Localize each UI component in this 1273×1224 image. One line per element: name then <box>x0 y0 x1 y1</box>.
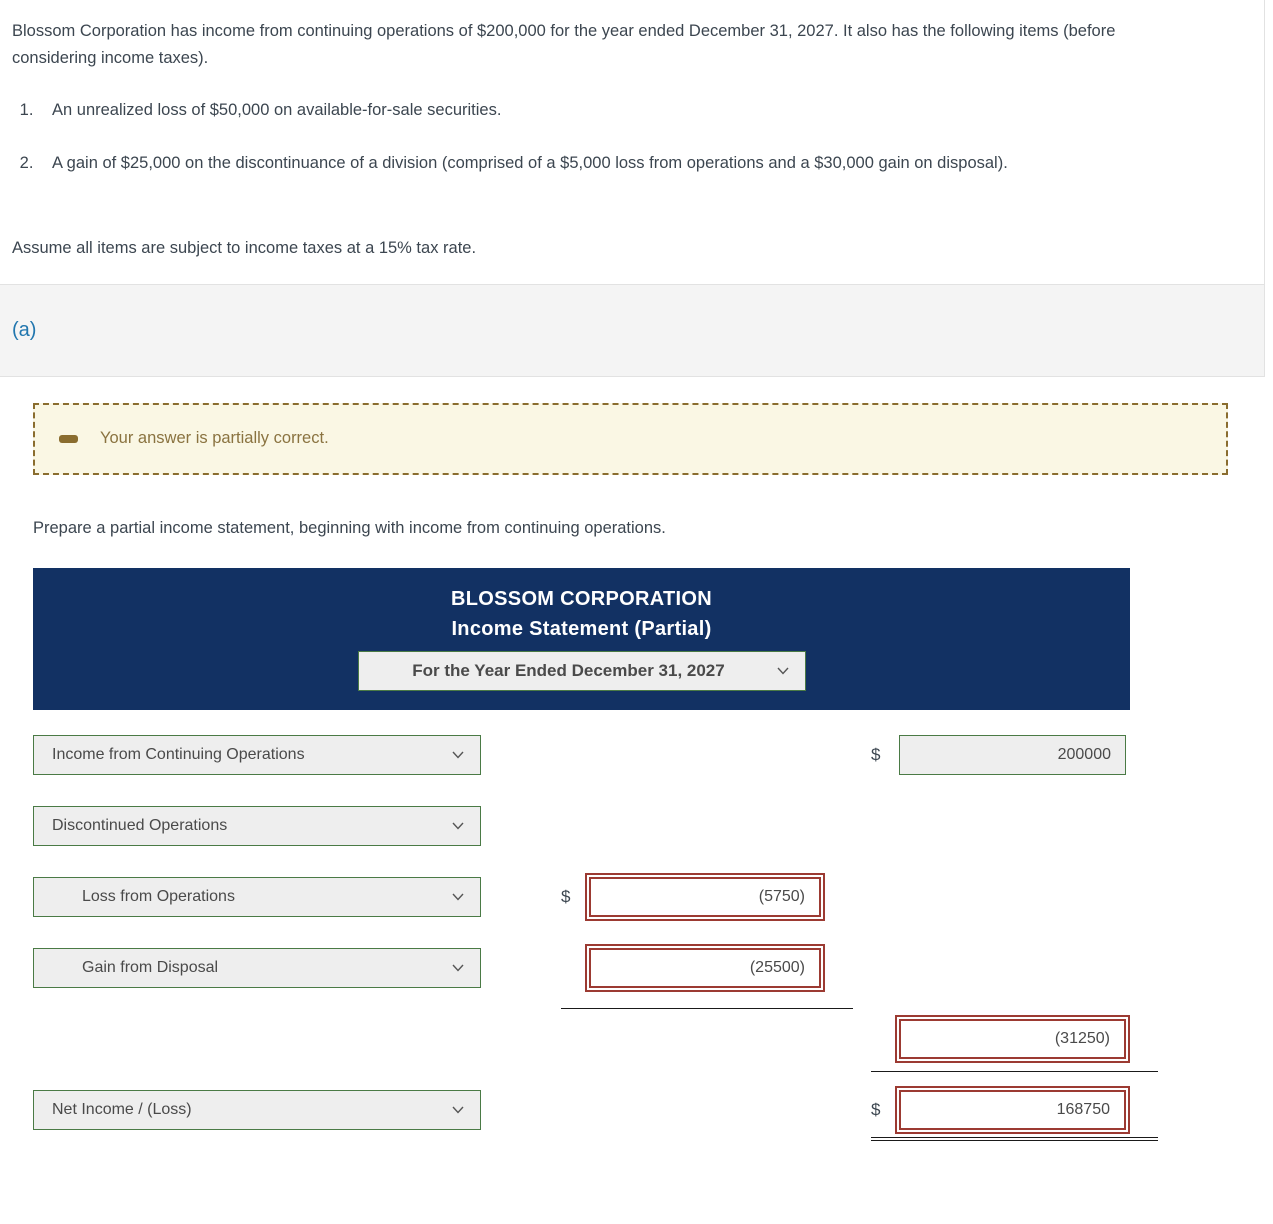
chevron-down-icon <box>452 1106 464 1114</box>
account-select-2[interactable]: Loss from Operations <box>33 877 481 918</box>
company-name: BLOSSOM CORPORATION <box>451 587 712 610</box>
subtotal-rule-right <box>871 1070 1158 1072</box>
part-a-band: (a) <box>0 284 1265 377</box>
problem-intro-text: Blossom Corporation has income from cont… <box>12 22 1116 67</box>
table-row: Net Income / (Loss) $ 168750 <box>33 1075 1158 1146</box>
amount-input-5-right[interactable]: 168750 <box>895 1086 1130 1135</box>
table-row: Income from Continuing Operations $ 2000… <box>33 720 1130 791</box>
chevron-down-icon <box>452 893 464 901</box>
table-row: $ (31250) <box>33 1004 1158 1075</box>
amount-input-4-right[interactable]: (31250) <box>895 1015 1130 1064</box>
account-select-1-value: Discontinued Operations <box>52 817 228 835</box>
chevron-down-icon <box>452 964 464 972</box>
statement-header: BLOSSOM CORPORATION Income Statement (Pa… <box>33 567 1130 710</box>
period-select[interactable]: For the Year Ended December 31, 2027 <box>357 650 806 691</box>
subtotal-rule-mid <box>561 1007 853 1009</box>
income-statement: BLOSSOM CORPORATION Income Statement (Pa… <box>33 567 1158 1146</box>
alert-container: Your answer is partially correct. <box>0 377 1273 475</box>
account-select-5[interactable]: Net Income / (Loss) <box>33 1090 481 1131</box>
partially-correct-alert: Your answer is partially correct. <box>33 402 1228 475</box>
problem-item-list: An unrealized loss of $50,000 on availab… <box>12 97 1184 176</box>
amount-input-3-mid[interactable]: (25500) <box>585 944 825 993</box>
problem-assumption-text: Assume all items are subject to income t… <box>12 238 477 257</box>
dollar-sign: $ <box>871 1100 881 1120</box>
account-select-3[interactable]: Gain from Disposal <box>33 948 481 989</box>
account-select-5-value: Net Income / (Loss) <box>52 1101 192 1119</box>
amount-input-2-mid[interactable]: (5750) <box>585 873 825 922</box>
alert-message: Your answer is partially correct. <box>100 429 329 448</box>
dollar-sign: $ <box>871 745 881 765</box>
account-select-0-value: Income from Continuing Operations <box>52 746 305 764</box>
table-row: Gain from Disposal $ (25500) <box>33 933 1130 1004</box>
statement-rows: Income from Continuing Operations $ 2000… <box>33 710 1158 1146</box>
instruction-text: Prepare a partial income statement, begi… <box>33 518 666 537</box>
account-select-3-value: Gain from Disposal <box>82 959 219 977</box>
table-row: Loss from Operations $ (5750) <box>33 862 1130 933</box>
total-double-rule <box>871 1136 1158 1141</box>
part-label: (a) <box>12 318 37 341</box>
problem-statement-card: Blossom Corporation has income from cont… <box>0 0 1265 285</box>
list-item: An unrealized loss of $50,000 on availab… <box>38 97 1184 124</box>
chevron-down-icon <box>776 667 789 675</box>
statement-title: Income Statement (Partial) <box>451 617 712 640</box>
period-select-value: For the Year Ended December 31, 2027 <box>412 660 725 680</box>
amount-input-0-right[interactable]: 200000 <box>899 735 1126 776</box>
account-select-2-value: Loss from Operations <box>82 888 235 906</box>
account-select-0[interactable]: Income from Continuing Operations <box>33 735 481 776</box>
list-item: A gain of $25,000 on the discontinuance … <box>38 150 1184 177</box>
table-row: Discontinued Operations <box>33 791 1130 862</box>
chevron-down-icon <box>452 822 464 830</box>
account-select-1[interactable]: Discontinued Operations <box>33 806 481 847</box>
minus-icon <box>59 434 78 443</box>
chevron-down-icon <box>452 751 464 759</box>
dollar-sign: $ <box>561 887 571 907</box>
